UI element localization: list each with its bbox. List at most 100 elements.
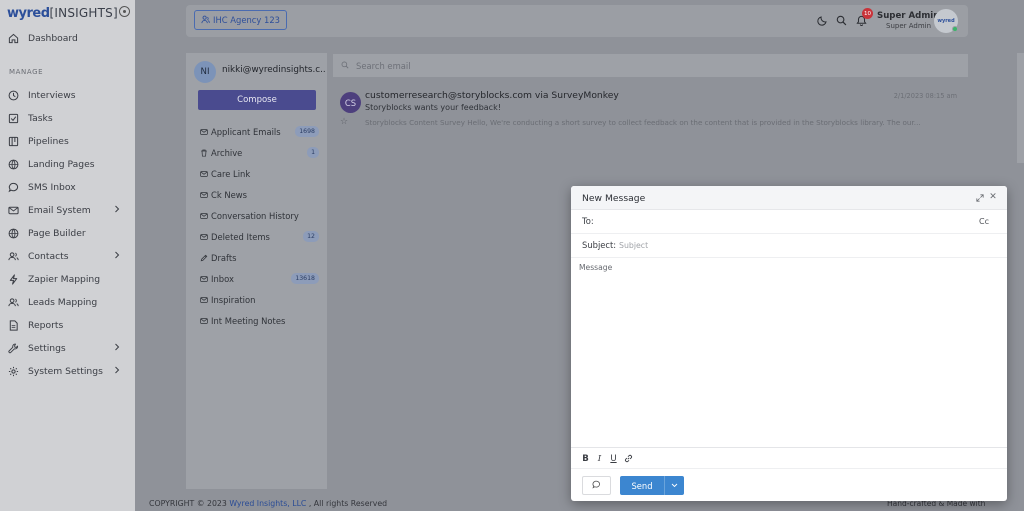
folder-archive[interactable]: Archive 1 xyxy=(199,147,319,159)
email-list-item[interactable]: CS customerresearch@storyblocks.com via … xyxy=(333,87,968,132)
link-icon[interactable] xyxy=(623,453,634,464)
agency-icon xyxy=(201,15,210,26)
search-icon[interactable] xyxy=(834,13,848,27)
email-sender: customerresearch@storyblocks.com via Sur… xyxy=(365,90,619,101)
subject-input[interactable] xyxy=(619,238,989,252)
folder-applicant-emails[interactable]: Applicant Emails 1698 xyxy=(199,126,319,138)
sidebar-item-settings[interactable]: Settings xyxy=(7,340,132,356)
sidebar-item-page-builder[interactable]: Page Builder xyxy=(7,225,132,241)
folder-label: Applicant Emails xyxy=(211,127,281,137)
chat-icon xyxy=(7,181,19,193)
sidebar: wyred [INSIGHTS] Dashboard MANAGE Intervi… xyxy=(0,0,135,511)
account-email[interactable]: nikki@wyredinsights.c... xyxy=(222,65,325,75)
logo-product: [INSIGHTS] xyxy=(49,6,118,20)
folder-count-badge: 1698 xyxy=(295,126,319,137)
avatar-text: wyred xyxy=(937,18,955,24)
bold-icon[interactable]: B xyxy=(580,453,591,464)
chevron-right-icon xyxy=(114,366,120,377)
sidebar-item-label: Settings xyxy=(28,342,66,354)
moon-icon[interactable] xyxy=(815,13,829,27)
folder-conversation-history[interactable]: Conversation History xyxy=(199,210,319,222)
dialog-actions: Send xyxy=(571,470,1007,501)
sidebar-item-sms-inbox[interactable]: SMS Inbox xyxy=(7,179,132,195)
gear-icon xyxy=(7,365,19,377)
chevron-right-icon xyxy=(114,251,120,262)
sidebar-item-tasks[interactable]: Tasks xyxy=(7,110,132,126)
folder-inbox[interactable]: Inbox 13618 xyxy=(199,273,319,285)
user-name[interactable]: Super Admin xyxy=(877,11,939,21)
sidebar-item-label: Reports xyxy=(28,319,64,331)
folder-int-meeting-notes[interactable]: Int Meeting Notes xyxy=(199,315,319,327)
folder-label: Ck News xyxy=(211,190,247,200)
send-button[interactable]: Send xyxy=(620,476,684,495)
to-field-row: To: Cc xyxy=(571,210,1007,234)
message-body-input[interactable] xyxy=(579,263,999,445)
sidebar-item-label: Page Builder xyxy=(28,227,86,239)
send-label: Send xyxy=(631,480,653,491)
sidebar-item-label: SMS Inbox xyxy=(28,181,76,193)
emoji-button[interactable] xyxy=(582,476,611,495)
sidebar-item-pipelines[interactable]: Pipelines xyxy=(7,133,132,149)
folder-drafts[interactable]: Drafts xyxy=(199,252,319,264)
italic-icon[interactable]: I xyxy=(594,453,605,464)
sidebar-item-landing-pages[interactable]: Landing Pages xyxy=(7,156,132,172)
formatting-toolbar: B I U xyxy=(571,447,1007,469)
sidebar-item-label: Dashboard xyxy=(28,32,78,44)
chevron-down-icon[interactable] xyxy=(665,483,684,488)
account-avatar[interactable]: NI xyxy=(194,61,216,83)
logo-brand: wyred xyxy=(7,5,50,21)
bell-icon[interactable]: 10 xyxy=(854,8,873,27)
globe-icon xyxy=(7,227,19,239)
copyright-text: COPYRIGHT © 2023 xyxy=(149,499,227,508)
close-icon[interactable]: ✕ xyxy=(988,192,998,202)
folder-care-link[interactable]: Care Link xyxy=(199,168,319,180)
sidebar-item-leads-mapping[interactable]: Leads Mapping xyxy=(7,294,132,310)
email-preview: Storyblocks Content Survey Hello, We're … xyxy=(365,118,921,127)
company-link[interactable]: Wyred Insights, LLC xyxy=(229,499,306,508)
compose-button[interactable]: Compose xyxy=(198,90,316,110)
search-email-bar[interactable]: Search email xyxy=(333,54,968,77)
to-input[interactable] xyxy=(599,214,959,228)
sidebar-item-label: Pipelines xyxy=(28,135,69,147)
expand-icon[interactable] xyxy=(975,193,985,203)
folder-label: Archive xyxy=(211,148,243,158)
folder-ck-news[interactable]: Ck News xyxy=(199,189,319,201)
cc-toggle[interactable]: Cc xyxy=(979,217,989,226)
users-icon xyxy=(7,296,19,308)
star-icon[interactable]: ☆ xyxy=(340,117,348,127)
sidebar-item-label: Interviews xyxy=(28,89,76,101)
globe-icon xyxy=(7,158,19,170)
sidebar-item-email-system[interactable]: Email System xyxy=(7,202,132,218)
sidebar-item-contacts[interactable]: Contacts xyxy=(7,248,132,264)
underline-icon[interactable]: U xyxy=(608,453,619,464)
avatar[interactable]: wyred xyxy=(934,9,958,33)
dialog-title: New Message xyxy=(582,193,646,204)
sidebar-item-zapier-mapping[interactable]: Zapier Mapping xyxy=(7,271,132,287)
sidebar-item-label: Tasks xyxy=(28,112,53,124)
trash-icon xyxy=(199,149,208,158)
sidebar-item-reports[interactable]: Reports xyxy=(7,317,132,333)
wrench-icon xyxy=(7,342,19,354)
new-message-dialog: New Message ✕ To: Cc Subject: B I U Send xyxy=(571,186,1007,501)
sidebar-item-interviews[interactable]: Interviews xyxy=(7,87,132,103)
folder-label: Conversation History xyxy=(211,211,299,221)
sidebar-toggle-icon[interactable] xyxy=(119,6,130,17)
to-label: To: xyxy=(582,216,594,226)
agency-button[interactable]: IHC Agency 123 xyxy=(194,10,287,30)
sidebar-item-system-settings[interactable]: System Settings xyxy=(7,363,132,379)
folder-inspiration[interactable]: Inspiration xyxy=(199,294,319,306)
users-icon xyxy=(7,250,19,262)
agency-label: IHC Agency 123 xyxy=(213,15,280,25)
app-logo[interactable]: wyred [INSIGHTS] xyxy=(7,5,118,21)
folder-label: Care Link xyxy=(211,169,251,179)
sidebar-item-dashboard[interactable]: Dashboard xyxy=(7,30,132,46)
folder-label: Drafts xyxy=(211,253,237,263)
clock-icon xyxy=(7,89,19,101)
right-panel-edge xyxy=(1017,53,1024,163)
search-input[interactable]: Search email xyxy=(356,61,411,71)
chevron-right-icon xyxy=(114,205,120,216)
folder-deleted-items[interactable]: Deleted Items 12 xyxy=(199,231,319,243)
folder-count-badge: 13618 xyxy=(291,273,319,284)
mail-icon xyxy=(199,128,208,137)
folder-count-badge: 1 xyxy=(307,147,319,158)
